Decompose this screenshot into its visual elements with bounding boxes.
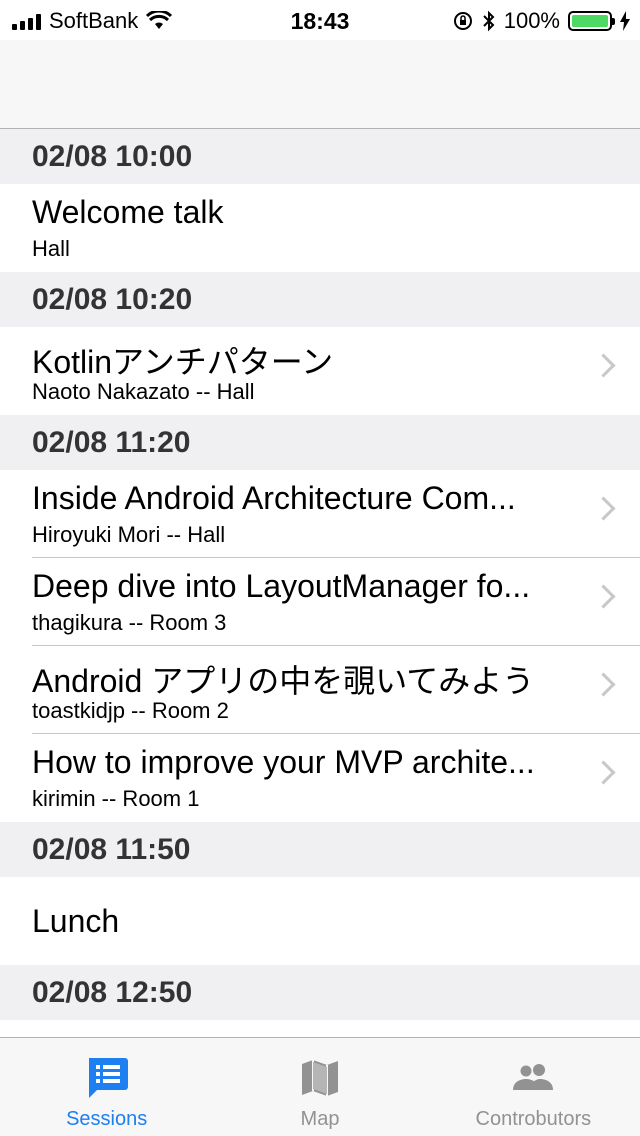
session-subtitle: Hall — [32, 236, 70, 261]
section-header: 02/08 10:20 — [0, 272, 640, 327]
chevron-right-icon — [591, 672, 616, 697]
chevron-right-icon — [591, 353, 616, 378]
session-subtitle: thagikura -- Room 3 — [32, 610, 227, 635]
battery-percent: 100% — [503, 8, 560, 33]
tab-sessions-label: Sessions — [66, 1108, 148, 1130]
navigation-bar — [0, 40, 640, 129]
tab-contributors[interactable]: Controbutors — [427, 1038, 640, 1136]
session-row[interactable]: How to improve your MVP archite... kirimi… — [0, 734, 640, 822]
orientation-lock-icon — [453, 12, 472, 30]
session-row[interactable]: Kotlinアンチパターン Naoto Nakazato -- Hall — [0, 327, 640, 415]
session-list[interactable]: 02/08 10:00 Welcome talk Hall 02/08 10:20 Ko… — [0, 129, 640, 1037]
session-row[interactable]: Lunch — [0, 877, 640, 965]
status-right: 100% — [452, 8, 630, 34]
screen: SoftBank 18:43 100% 02/08 10:00 Welcome … — [0, 0, 640, 1136]
tab-contributors-label: Controbutors — [475, 1108, 592, 1130]
tab-map-label: Map — [300, 1108, 340, 1130]
section-header: 02/08 11:50 — [0, 822, 640, 877]
people-icon — [513, 1064, 554, 1090]
tab-bar: Sessions Map Controbutors — [0, 1037, 640, 1136]
chevron-right-icon — [591, 760, 616, 785]
section-header: 02/08 11:20 — [0, 415, 640, 470]
session-subtitle: Hiroyuki Mori -- Hall — [32, 522, 226, 547]
session-row[interactable]: Deep dive into LayoutManager fo... thagik… — [0, 558, 640, 646]
section-header: 02/08 10:00 — [0, 129, 640, 184]
tab-sessions[interactable]: Sessions — [0, 1038, 213, 1136]
session-row[interactable]: Welcome talk Hall — [0, 184, 640, 272]
chevron-right-icon — [591, 496, 616, 521]
charging-icon — [620, 11, 630, 31]
session-row[interactable]: Android アプリの中を覗いてみよう toastkidjp -- Room 2 — [0, 646, 640, 734]
battery-icon — [568, 11, 615, 31]
chevron-right-icon — [591, 584, 616, 609]
session-row[interactable]: Inside Android Architecture Com... Hiroyu… — [0, 470, 640, 558]
session-title: Lunch — [32, 903, 120, 939]
session-title: Deep dive into LayoutManager fo... — [32, 568, 531, 604]
section-header: 02/08 12:50 — [0, 965, 640, 1020]
bluetooth-icon — [483, 10, 495, 32]
session-subtitle: kirimin -- Room 1 — [32, 786, 200, 811]
session-subtitle: toastkidjp -- Room 2 — [32, 698, 229, 723]
session-title: Kotlinアンチパターン — [32, 344, 334, 380]
session-subtitle: Naoto Nakazato -- Hall — [32, 379, 255, 404]
status-bar: SoftBank 18:43 100% — [0, 0, 640, 40]
list-icon — [88, 1058, 128, 1098]
session-title: Welcome talk — [32, 194, 224, 230]
tab-map[interactable]: Map — [213, 1038, 426, 1136]
map-icon — [301, 1060, 338, 1096]
session-title: Inside Android Architecture Com... — [32, 480, 516, 516]
session-title: Android アプリの中を覗いてみよう — [32, 663, 535, 699]
session-title: How to improve your MVP archite... — [32, 744, 535, 780]
